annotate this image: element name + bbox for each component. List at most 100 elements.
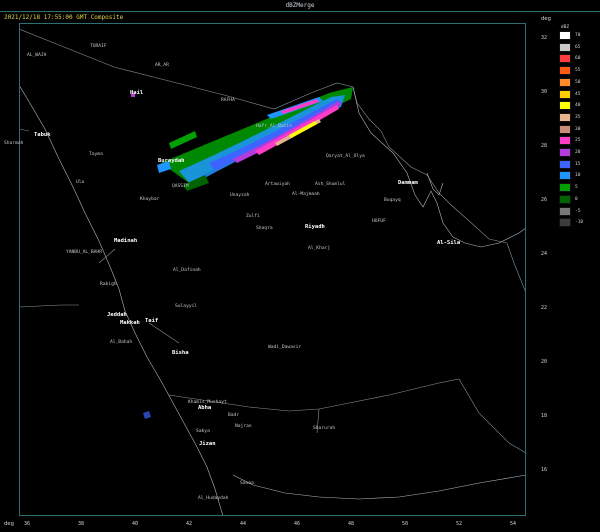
scale-swatch [559,206,571,216]
city-label: Bisha [172,350,189,356]
city-label: Sharmah [4,141,24,146]
scale-label: 0 [575,196,578,202]
lon-axis-label: deg [4,521,14,527]
scale-swatch [559,54,571,64]
city-label: Madinah [114,238,138,244]
scale-swatch [559,66,571,76]
scale-label: 35 [575,114,581,120]
scale-swatch [559,148,571,157]
scale-label: 30 [575,126,581,132]
lat-tick: 24 [541,251,548,257]
lat-tick: 28 [541,143,548,149]
map-frame [19,23,526,516]
city-label: Taif [145,318,159,324]
scale-label: -5 [575,208,581,214]
scale-swatch [559,183,571,193]
scale-label: 45 [575,91,581,97]
city-label: Jizan [199,441,216,447]
scale-label: -10 [575,220,584,226]
city-label: Al_Kharj [308,246,331,251]
city-label: Al-Majmaah [292,192,320,197]
scale-label: 5 [575,185,578,191]
city-label: Jeddah [107,312,127,318]
lon-tick: 42 [186,521,193,527]
city-label: TURAIF [90,44,107,49]
city-label: Khaybar [140,197,160,202]
scale-label: 15 [575,161,581,167]
city-label: Rabigh [100,282,117,287]
scale-swatch [559,42,571,52]
city-label: Unayzah [230,193,250,198]
city-label: Tabuk [34,132,51,138]
city-label: HOFUF [372,219,386,224]
city-label: Wadi_Dawasir [268,345,302,350]
city-label: Sulayyil [175,304,198,309]
city-label: Sabya [196,429,210,434]
scale-label: 65 [575,44,581,50]
scale-unit: dBZ [560,25,570,30]
city-label: QASSIM [172,184,189,189]
lon-tick: 52 [456,521,463,527]
lat-tick: 20 [541,359,548,365]
lon-tick: 46 [294,521,301,527]
lon-tick: 38 [78,521,85,527]
city-label: Ula [76,180,85,185]
city-label: Al_Bahah [110,340,133,345]
scale-label: 20 [575,150,581,155]
city-label: Makkah [120,320,140,326]
lon-tick: 36 [24,521,31,527]
city-label: Abha [198,405,212,411]
city-label: Hail [130,90,144,96]
city-label: Sharurah [313,426,336,431]
scale-swatch [559,31,571,40]
scale-swatch [559,171,571,181]
city-label: Buraydah [158,158,185,164]
scale-label: 50 [575,79,581,85]
city-label: Hafr_Al_Batin [256,124,292,129]
city-label: Shaqra [256,226,273,231]
city-label: RAFHA [221,98,235,103]
city-label: AR_AR [155,63,169,68]
city-label: Al-Sila [437,240,461,246]
city-label: Qaryat_Al_Ulya [326,154,365,159]
scale-swatch [559,101,571,111]
city-label: Tayma [89,152,103,157]
scale-label: 25 [575,138,581,144]
lon-tick: 40 [132,521,139,527]
city-label: AL_WAJH [27,53,47,58]
lat-tick: 22 [541,305,548,311]
scale-swatch [559,89,571,99]
scale-swatch [559,136,571,146]
lat-tick: 18 [541,413,548,419]
scale-label: 60 [575,56,581,62]
city-label: Zulfi [246,214,260,219]
city-label: Khamis_Mushayt [188,400,227,405]
lat-axis-label: deg [541,16,551,22]
scale-swatch [559,77,571,87]
product-timestamp: 2021/12/18 17:55:00 GMT Composite [4,14,124,21]
lat-tick: 16 [541,467,548,473]
city-label: Buqayq [384,198,401,203]
city-label: Ash_Shumlul [315,182,346,187]
scale-label: 40 [575,103,581,109]
city-label: YANBU_AL_BAHR [66,250,102,255]
city-label: Badr [228,413,240,418]
scale-swatch [559,194,571,204]
scale-swatch [559,112,571,122]
lat-tick: 26 [541,197,548,203]
lat-tick: 30 [541,89,548,95]
scale-swatch [559,159,571,169]
city-label: Al_Dafinah [173,268,201,273]
lon-tick: 44 [240,521,247,527]
lat-tick: 32 [541,35,548,41]
lon-tick: 54 [510,521,517,527]
scale-swatch [559,218,571,228]
scale-label: 70 [575,33,581,38]
lon-tick: 50 [402,521,409,527]
scale-label: 55 [575,68,581,74]
scale-swatch [559,124,571,134]
window-title: dBZMerge [285,2,315,9]
city-label: Dammam [398,180,418,186]
city-label: Artawiyah [265,182,290,187]
city-label: Al_Hudaydah [198,496,229,501]
